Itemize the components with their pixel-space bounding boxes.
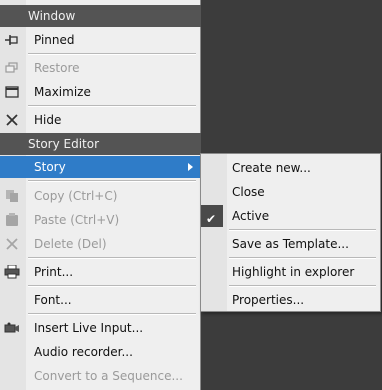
submenu-item-label: Create new... bbox=[232, 161, 311, 175]
menu-item-pinned[interactable]: Pinned bbox=[0, 29, 200, 51]
menu-item-label: Restore bbox=[34, 61, 80, 75]
separator bbox=[28, 180, 196, 182]
submenu-item-close[interactable]: Close bbox=[201, 181, 380, 203]
section-header-window: Window bbox=[0, 5, 201, 27]
menu-item-print[interactable]: Print... bbox=[0, 261, 200, 283]
menu-item-label: Font... bbox=[34, 293, 72, 307]
separator bbox=[28, 53, 196, 55]
menu-item-label: Paste (Ctrl+V) bbox=[34, 213, 120, 227]
menu-item-font[interactable]: Font... bbox=[0, 289, 200, 311]
menu-item-label: Print... bbox=[34, 265, 74, 279]
separator bbox=[28, 257, 196, 259]
copy-icon bbox=[3, 188, 21, 204]
story-submenu: Create new... Close ✔ Active Save as Tem… bbox=[200, 153, 381, 312]
menu-item-label: Pinned bbox=[34, 33, 75, 47]
menu-item-label: Audio recorder... bbox=[34, 345, 133, 359]
submenu-item-label: Close bbox=[232, 185, 265, 199]
delete-icon bbox=[3, 236, 21, 252]
menu-item-insert-live-input[interactable]: Insert Live Input... bbox=[0, 317, 200, 339]
menu-item-restore[interactable]: Restore bbox=[0, 57, 200, 79]
camera-icon bbox=[3, 320, 21, 336]
checkmark-icon: ✔ bbox=[206, 212, 217, 226]
maximize-icon bbox=[3, 84, 21, 100]
submenu-arrow-icon bbox=[188, 163, 193, 171]
menu-item-hide[interactable]: Hide bbox=[0, 109, 200, 131]
menu-item-maximize[interactable]: Maximize bbox=[0, 81, 200, 103]
context-menu: Window Pinned Restore Maximize Hide Stor… bbox=[0, 0, 201, 390]
close-x-icon bbox=[3, 112, 21, 128]
separator bbox=[229, 229, 376, 231]
restore-icon bbox=[3, 60, 21, 76]
printer-icon bbox=[3, 264, 21, 280]
menu-item-label: Story bbox=[34, 160, 66, 174]
separator bbox=[28, 285, 196, 287]
paste-icon bbox=[3, 212, 21, 228]
menu-item-label: Copy (Ctrl+C) bbox=[34, 189, 118, 203]
menu-item-audio-recorder[interactable]: Audio recorder... bbox=[0, 341, 200, 363]
separator bbox=[28, 105, 196, 107]
menu-item-label: Maximize bbox=[34, 85, 91, 99]
separator bbox=[229, 285, 376, 287]
menu-item-label: Insert Live Input... bbox=[34, 321, 144, 335]
menu-item-label: Delete (Del) bbox=[34, 237, 107, 251]
submenu-item-highlight-explorer[interactable]: Highlight in explorer bbox=[201, 261, 380, 283]
pin-icon bbox=[3, 32, 21, 48]
menu-item-delete[interactable]: Delete (Del) bbox=[0, 233, 200, 255]
section-header-story-editor: Story Editor bbox=[0, 133, 201, 155]
menu-item-story[interactable]: Story bbox=[0, 156, 200, 178]
menu-item-label: Convert to a Sequence... bbox=[34, 369, 183, 383]
menu-item-label: Hide bbox=[34, 113, 62, 127]
submenu-item-save-template[interactable]: Save as Template... bbox=[201, 233, 380, 255]
submenu-item-label: Properties... bbox=[232, 293, 305, 307]
separator bbox=[229, 257, 376, 259]
menu-item-paste[interactable]: Paste (Ctrl+V) bbox=[0, 209, 200, 231]
menu-item-copy[interactable]: Copy (Ctrl+C) bbox=[0, 185, 200, 207]
submenu-item-label: Save as Template... bbox=[232, 237, 349, 251]
submenu-item-active[interactable]: ✔ Active bbox=[201, 205, 380, 227]
submenu-item-properties[interactable]: Properties... bbox=[201, 289, 380, 311]
submenu-item-create-new[interactable]: Create new... bbox=[201, 157, 380, 179]
submenu-item-label: Active bbox=[232, 209, 270, 223]
separator bbox=[28, 313, 196, 315]
submenu-item-label: Highlight in explorer bbox=[232, 265, 355, 279]
menu-item-convert-sequence[interactable]: Convert to a Sequence... bbox=[0, 365, 200, 387]
